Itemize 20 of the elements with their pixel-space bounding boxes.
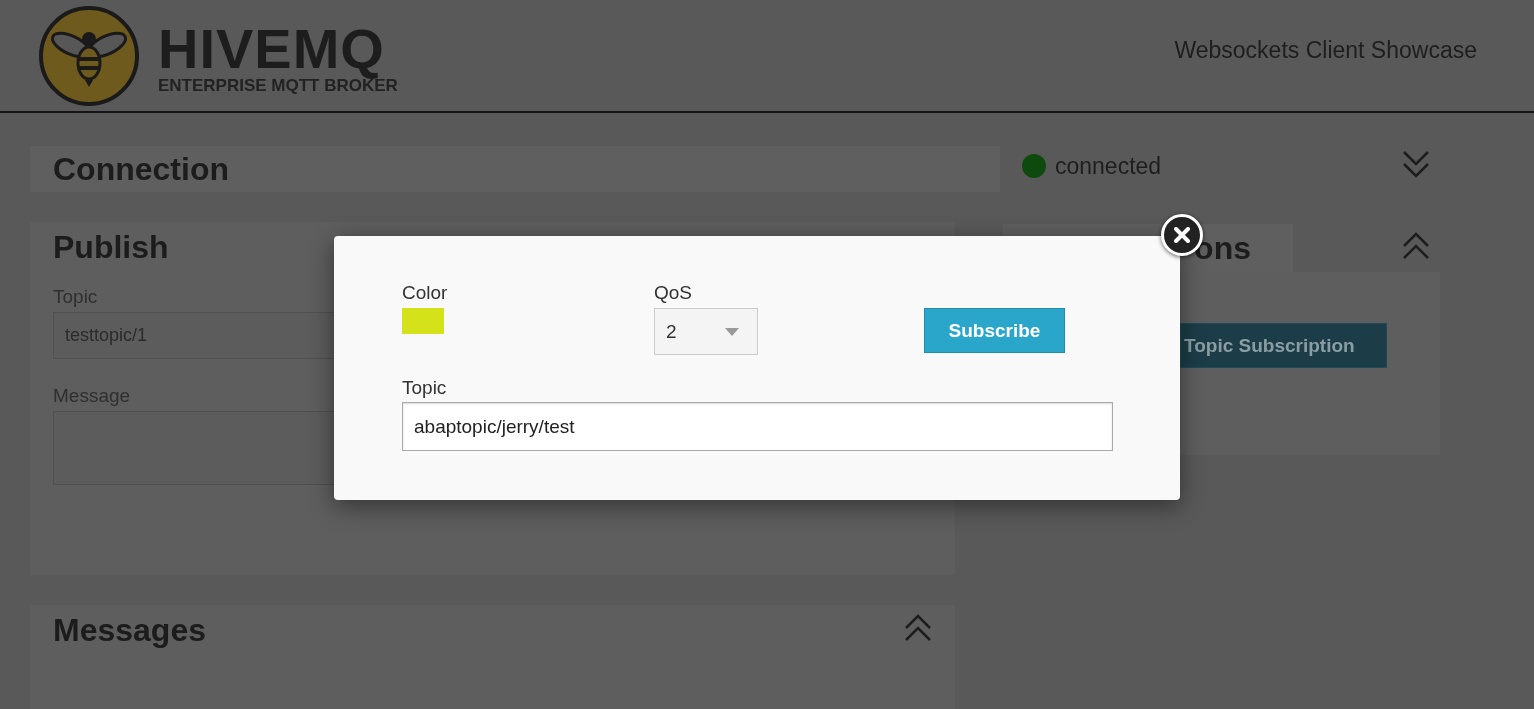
panel-title: Publish bbox=[53, 228, 169, 266]
add-subscription-button[interactable]: Topic Subscription bbox=[1180, 323, 1387, 368]
subscribe-button[interactable]: Subscribe bbox=[924, 308, 1065, 353]
status-text: connected bbox=[1055, 152, 1162, 180]
topic-input[interactable]: abaptopic/jerry/test bbox=[402, 402, 1113, 451]
panel-title: Messages bbox=[53, 611, 206, 649]
logo-title: HIVEMQ bbox=[158, 15, 385, 80]
app-title: Websockets Client Showcase bbox=[1174, 37, 1477, 64]
bee-logo-icon bbox=[38, 4, 140, 107]
color-swatch[interactable] bbox=[402, 308, 444, 334]
qos-select[interactable]: 2 bbox=[654, 308, 758, 355]
topic-label: Topic bbox=[402, 377, 448, 399]
double-chevron-up-icon[interactable] bbox=[1402, 231, 1430, 261]
qos-label: QoS bbox=[654, 282, 694, 304]
double-chevron-down-icon[interactable] bbox=[1402, 149, 1430, 179]
caret-icon bbox=[725, 327, 739, 336]
connection-header[interactable]: Connection bbox=[30, 146, 1000, 192]
color-label: Color bbox=[402, 282, 449, 304]
double-chevron-up-icon[interactable] bbox=[904, 613, 932, 643]
close-icon bbox=[1174, 227, 1190, 243]
